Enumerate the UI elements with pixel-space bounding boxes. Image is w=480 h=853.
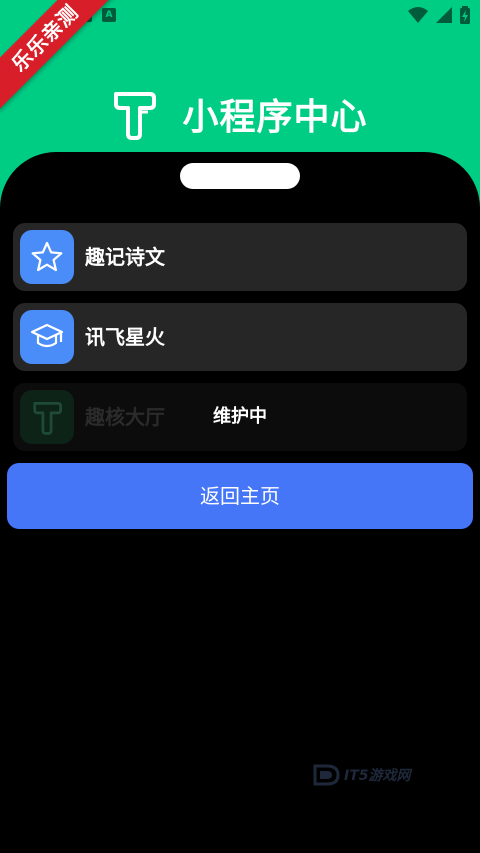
battery-charging-icon	[460, 6, 470, 24]
content-panel: 趣记诗文 讯飞星火 趣核大厅 维护中 返回主页	[0, 152, 480, 853]
watermark-logo-icon	[313, 764, 340, 786]
hammer-t-icon-tile	[20, 390, 74, 444]
miniapp-label: 趣记诗文	[85, 245, 165, 269]
graduation-cap-icon	[30, 323, 64, 348]
miniapp-item-xunfei-xinghuo[interactable]: 讯飞星火	[13, 303, 467, 371]
page-header: 小程序中心	[0, 84, 480, 144]
page-title: 小程序中心	[182, 97, 368, 138]
back-to-home-button[interactable]: 返回主页	[7, 463, 473, 529]
star-icon	[31, 241, 63, 272]
watermark-text: IT5游戏网	[344, 768, 411, 784]
graduation-cap-icon-tile	[20, 310, 74, 364]
hammer-t-icon	[33, 401, 62, 435]
notch-pill	[180, 163, 300, 189]
hammer-t-icon	[114, 92, 157, 140]
android-icon: A	[102, 8, 116, 22]
miniapp-label: 讯飞星火	[85, 325, 165, 349]
miniapp-item-quji-shiwen[interactable]: 趣记诗文	[13, 223, 467, 291]
watermark: IT5游戏网	[312, 762, 411, 788]
miniapp-label: 趣核大厅	[85, 405, 165, 429]
star-icon-tile	[20, 230, 74, 284]
miniapp-item-quhe-dating: 趣核大厅 维护中	[13, 383, 467, 451]
maintenance-status: 维护中	[213, 406, 267, 427]
wifi-icon	[408, 7, 428, 23]
signal-icon	[436, 7, 452, 23]
